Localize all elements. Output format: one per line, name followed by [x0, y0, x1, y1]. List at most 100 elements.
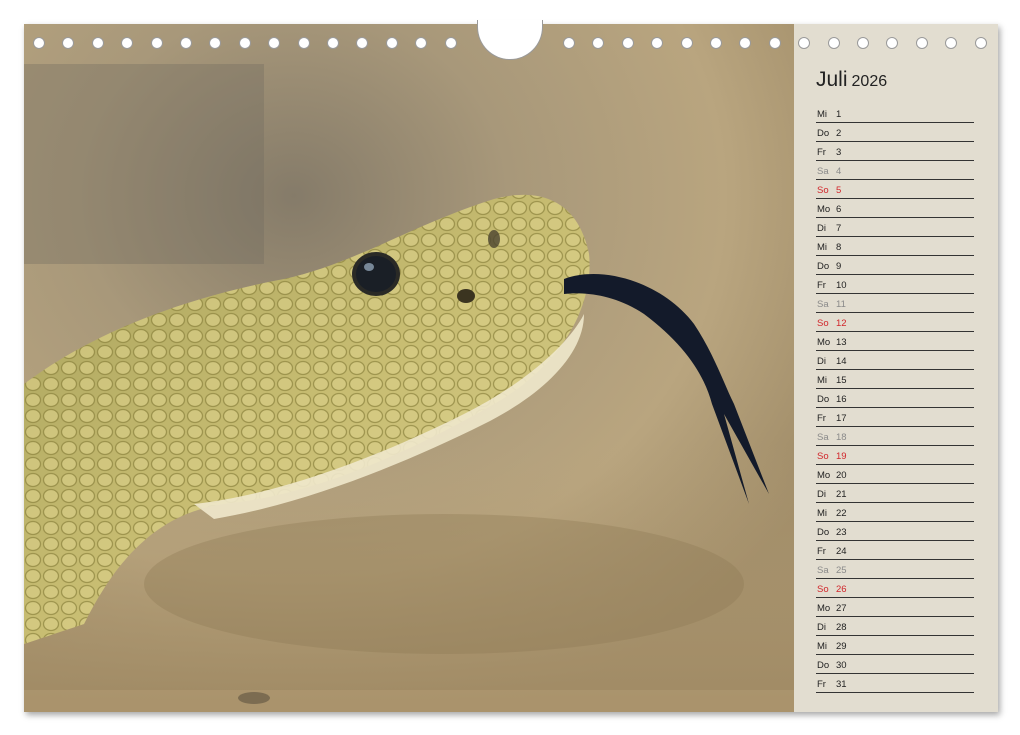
day-number: 20	[836, 470, 847, 481]
calendar-panel: Juli 2026 Mi 1 Do 2 Fr 3 Sa 4 So 5 Mo 6 Di 7 Mi 8 Do 9 Fr 10…	[794, 24, 998, 712]
day-number: 26	[836, 584, 847, 595]
weekday-label: Di	[817, 622, 826, 633]
day-row: Mo 20	[816, 465, 974, 484]
day-row: Mo 13	[816, 332, 974, 351]
binding-hole	[739, 37, 751, 49]
weekday-label: So	[817, 185, 829, 196]
day-number: 6	[836, 204, 842, 215]
weekday-label: So	[817, 451, 829, 462]
day-row: Fr 17	[816, 408, 974, 427]
weekday-label: Do	[817, 261, 830, 272]
binding-hole	[622, 37, 634, 49]
day-number: 29	[836, 641, 847, 652]
weekday-label: Mo	[817, 337, 831, 348]
day-number: 17	[836, 413, 847, 424]
day-number: 16	[836, 394, 847, 405]
day-number: 9	[836, 261, 842, 272]
weekday-label: Sa	[817, 432, 829, 443]
day-row: Fr 3	[816, 142, 974, 161]
day-number: 19	[836, 451, 847, 462]
binding-hole	[592, 37, 604, 49]
weekday-label: Sa	[817, 299, 829, 310]
weekday-label: Di	[817, 489, 826, 500]
binding-hole	[327, 37, 339, 49]
day-row: Fr 24	[816, 541, 974, 560]
day-row: Mi 15	[816, 370, 974, 389]
day-row: Mi 29	[816, 636, 974, 655]
day-row: So 26	[816, 579, 974, 598]
weekday-label: Fr	[817, 413, 826, 424]
binding-hole	[151, 37, 163, 49]
day-row: So 12	[816, 313, 974, 332]
weekday-label: Do	[817, 128, 830, 139]
day-row: Mo 27	[816, 598, 974, 617]
day-row: Do 2	[816, 123, 974, 142]
day-number: 13	[836, 337, 847, 348]
binding-hole	[268, 37, 280, 49]
weekday-label: Mo	[817, 470, 831, 481]
snake-illustration	[24, 24, 794, 712]
day-row: Di 7	[816, 218, 974, 237]
binding-hole	[886, 37, 898, 49]
binding-hole	[356, 37, 368, 49]
day-number: 11	[836, 299, 846, 310]
day-number: 23	[836, 527, 847, 538]
day-row: Do 9	[816, 256, 974, 275]
weekday-label: Mi	[817, 375, 828, 386]
weekday-label: Sa	[817, 166, 829, 177]
day-number: 3	[836, 147, 842, 158]
day-row: Mi 8	[816, 237, 974, 256]
binding-hole	[92, 37, 104, 49]
day-row: Sa 18	[816, 427, 974, 446]
day-number: 24	[836, 546, 847, 557]
day-number: 30	[836, 660, 847, 671]
month-title: Juli 2026	[816, 68, 887, 92]
weekday-label: So	[817, 318, 829, 329]
weekday-label: Mo	[817, 204, 831, 215]
day-list: Mi 1 Do 2 Fr 3 Sa 4 So 5 Mo 6 Di 7 Mi 8 Do 9 Fr 10 Sa 11 So 12 M…	[816, 104, 974, 693]
binding-hole	[681, 37, 693, 49]
binding-hole	[857, 37, 869, 49]
weekday-label: So	[817, 584, 829, 595]
binding-hole	[415, 37, 427, 49]
day-number: 10	[836, 280, 847, 291]
weekday-label: Di	[817, 223, 826, 234]
day-number: 12	[836, 318, 847, 329]
day-number: 8	[836, 242, 842, 253]
binding-hole	[651, 37, 663, 49]
binding-hole	[563, 37, 575, 49]
binding-hole	[798, 37, 810, 49]
day-number: 18	[836, 432, 847, 443]
day-row: Mi 22	[816, 503, 974, 522]
weekday-label: Do	[817, 394, 830, 405]
day-number: 31	[836, 679, 847, 690]
binding-hole	[298, 37, 310, 49]
weekday-label: Do	[817, 660, 830, 671]
weekday-label: Mi	[817, 242, 828, 253]
weekday-label: Sa	[817, 565, 829, 576]
binding-hole	[769, 37, 781, 49]
weekday-label: Fr	[817, 147, 826, 158]
binding-hole	[828, 37, 840, 49]
weekday-label: Mo	[817, 603, 831, 614]
day-row: Sa 4	[816, 161, 974, 180]
day-row: Sa 11	[816, 294, 974, 313]
binding-hole	[121, 37, 133, 49]
binding-hole	[916, 37, 928, 49]
binding-hole	[386, 37, 398, 49]
weekday-label: Mi	[817, 641, 828, 652]
day-number: 25	[836, 565, 847, 576]
weekday-label: Mi	[817, 508, 828, 519]
binding-hole	[945, 37, 957, 49]
binding-hole	[445, 37, 457, 49]
day-row: Mo 6	[816, 199, 974, 218]
day-row: So 19	[816, 446, 974, 465]
weekday-label: Fr	[817, 280, 826, 291]
binding-hole	[62, 37, 74, 49]
day-number: 1	[836, 109, 842, 120]
day-number: 22	[836, 508, 847, 519]
calendar-page: Juli 2026 Mi 1 Do 2 Fr 3 Sa 4 So 5 Mo 6 Di 7 Mi 8 Do 9 Fr 10…	[24, 24, 998, 712]
weekday-label: Do	[817, 527, 830, 538]
binding-hole	[239, 37, 251, 49]
weekday-label: Di	[817, 356, 826, 367]
